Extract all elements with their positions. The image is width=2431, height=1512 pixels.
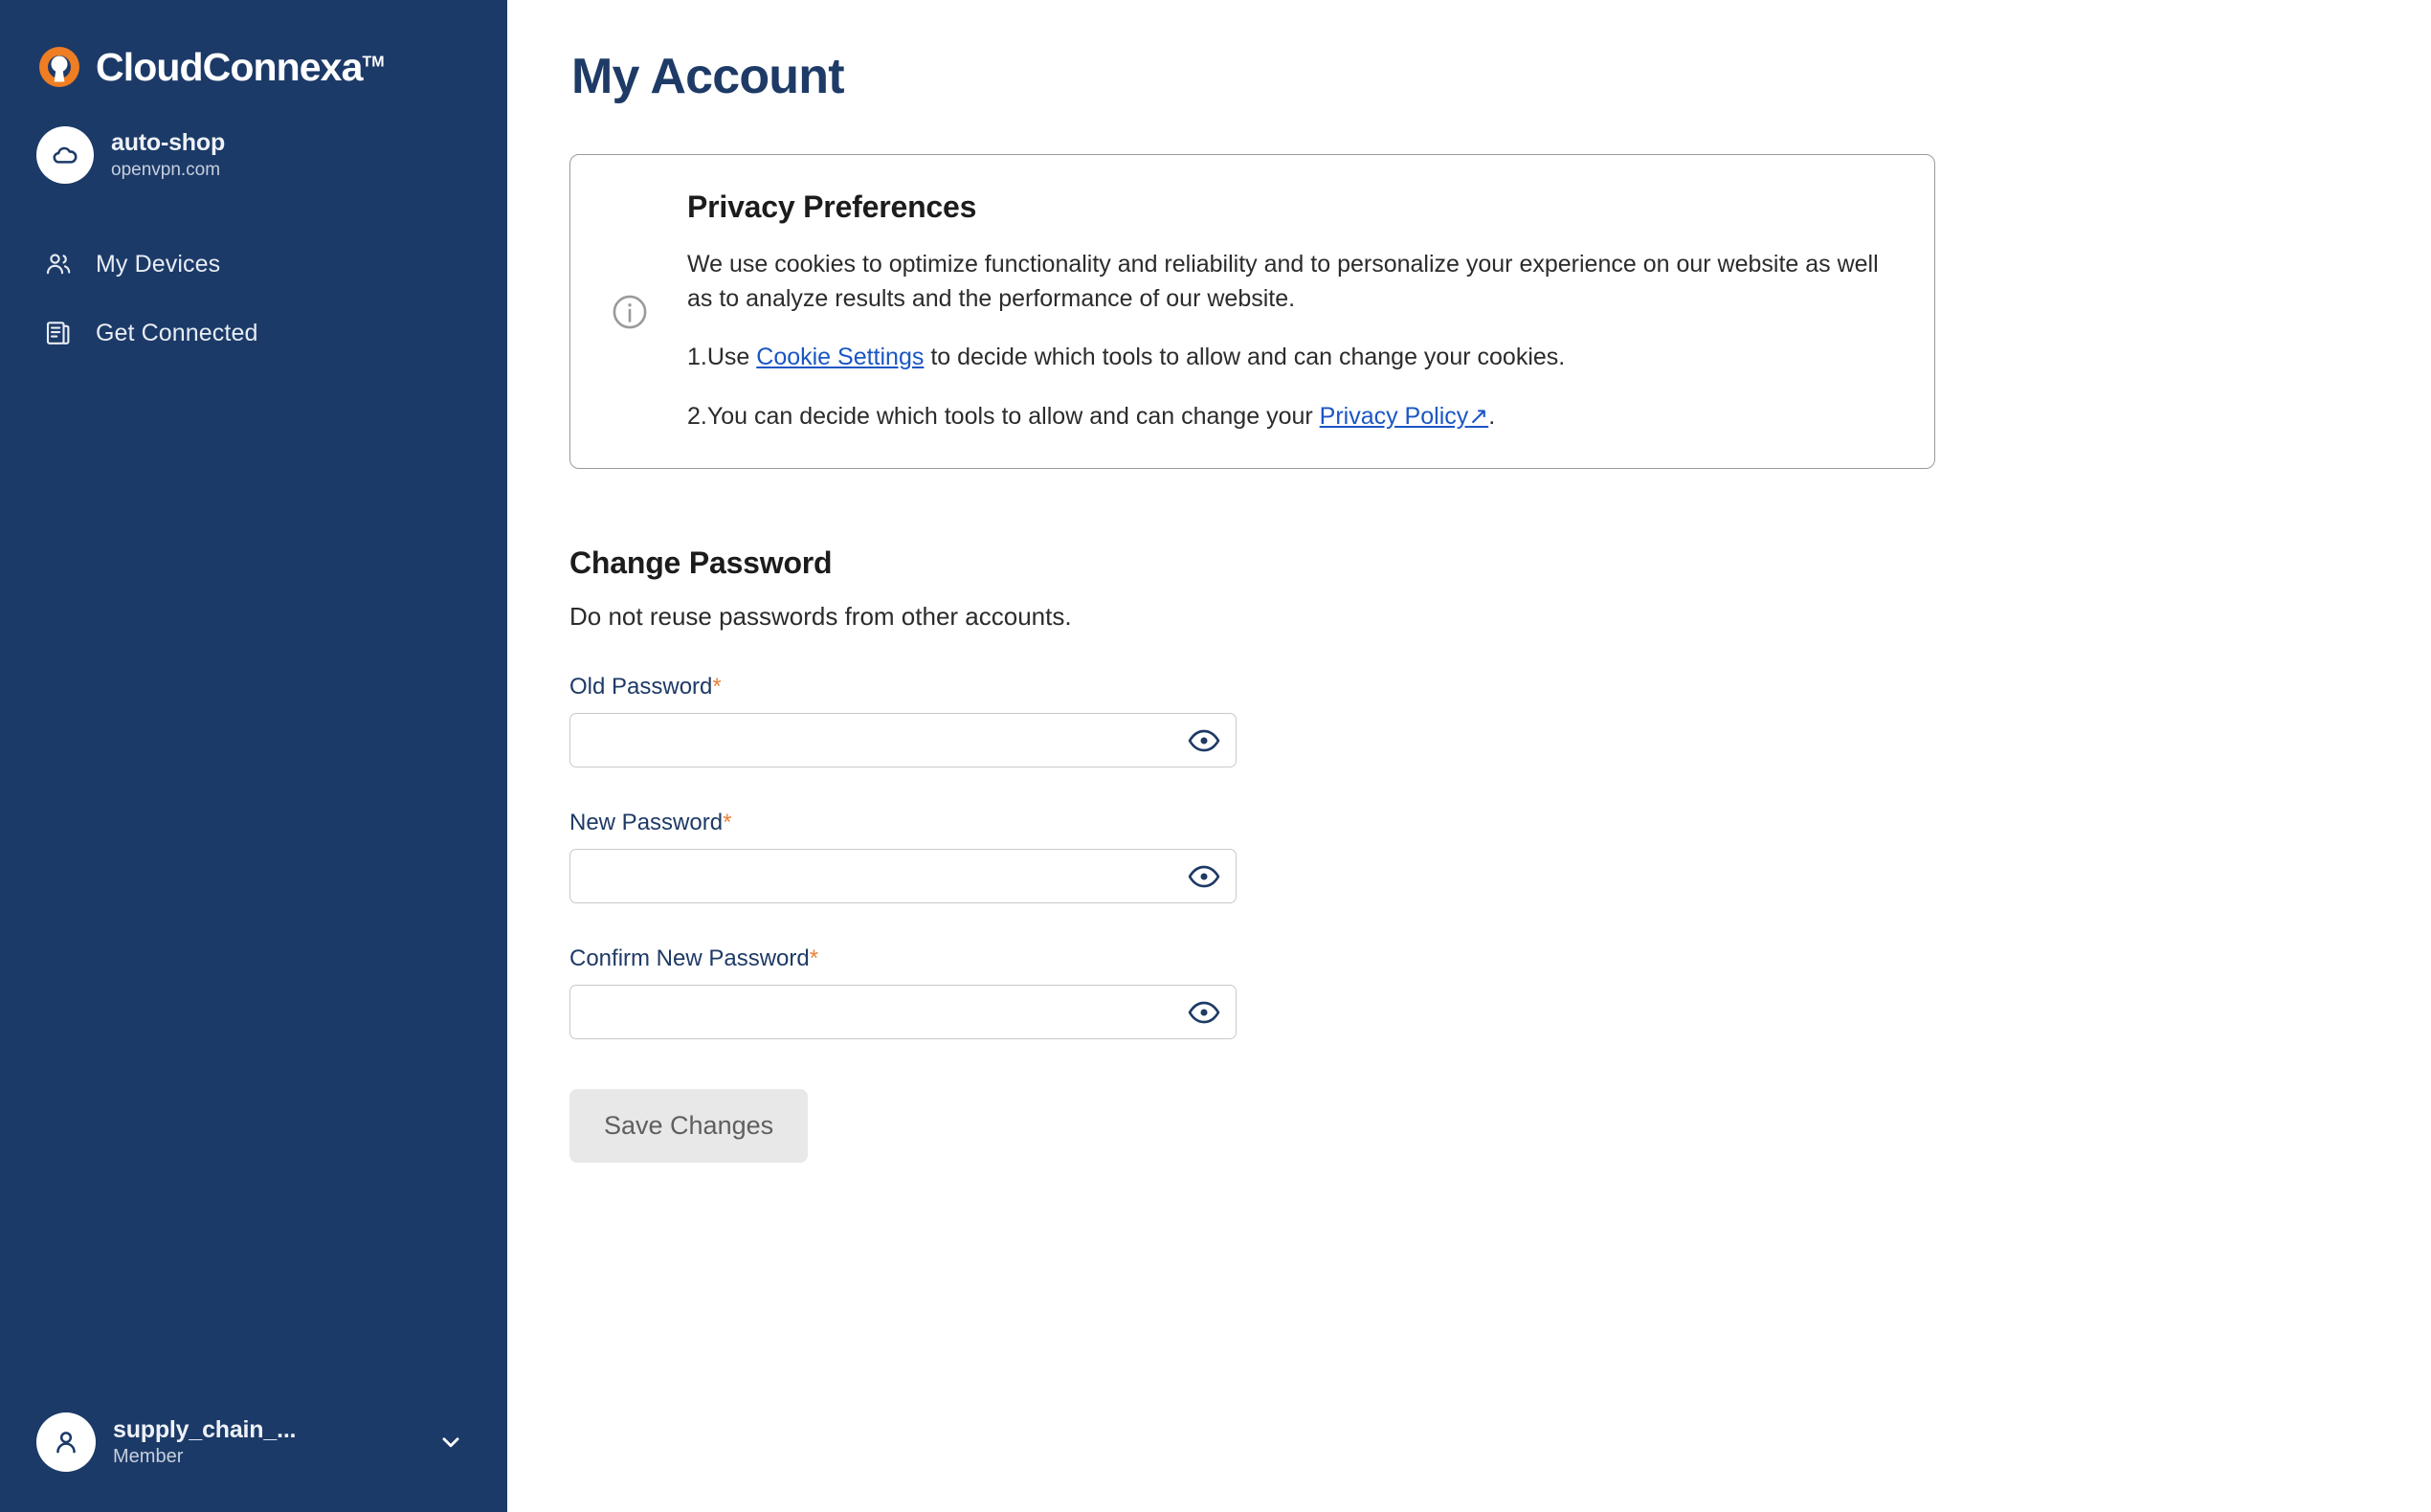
user-role: Member <box>113 1445 184 1467</box>
new-password-input-wrap <box>569 849 1237 904</box>
sidebar-item-label: My Devices <box>96 250 221 278</box>
required-marker: * <box>809 945 819 972</box>
privacy-card-list-item-2: 2.You can decide which tools to allow an… <box>687 400 1886 434</box>
list-text-after: to decide which tools to allow and can c… <box>924 344 1566 371</box>
app-root: CloudConnexaTM auto-shop openvpn.com My … <box>0 0 2431 1512</box>
confirm-new-password-input[interactable] <box>569 985 1237 1040</box>
sidebar-nav: My Devices Get Connected <box>0 230 507 367</box>
sidebar-item-get-connected[interactable]: Get Connected <box>0 299 507 367</box>
change-password-subtitle: Do not reuse passwords from other accoun… <box>569 602 1072 632</box>
list-number: 2. <box>687 402 707 430</box>
openvpn-logo-icon <box>36 44 82 90</box>
list-text-before: Use <box>706 344 757 371</box>
org-name: auto-shop <box>111 129 226 157</box>
chevron-down-icon[interactable] <box>435 1426 467 1458</box>
cookie-settings-link[interactable]: Cookie Settings <box>756 344 924 370</box>
privacy-card-title: Privacy Preferences <box>687 189 977 225</box>
save-changes-button[interactable]: Save Changes <box>569 1089 809 1164</box>
privacy-card-paragraph: We use cookies to optimize functionality… <box>687 251 1879 312</box>
confirm-new-password-label: Confirm New Password* <box>569 945 2431 972</box>
old-password-field: Old Password* <box>569 674 2431 768</box>
brand-logo[interactable]: CloudConnexaTM <box>0 0 507 92</box>
page-title: My Account <box>571 49 845 104</box>
person-icon <box>36 1412 96 1472</box>
org-domain: openvpn.com <box>111 159 221 180</box>
main-content: My Account Privacy Preferences We use co… <box>507 0 2431 1512</box>
new-password-eye-icon[interactable] <box>1185 860 1223 893</box>
sidebar-item-label: Get Connected <box>96 319 258 346</box>
new-password-input[interactable] <box>569 849 1237 904</box>
privacy-card-list-item-1: 1.Use Cookie Settings to decide which to… <box>687 341 1886 375</box>
old-password-input-wrap <box>569 713 1237 768</box>
label-text: Confirm New Password <box>569 945 810 972</box>
org-switcher[interactable]: auto-shop openvpn.com <box>0 92 507 184</box>
required-marker: * <box>723 810 732 836</box>
label-text: Old Password <box>569 674 713 700</box>
old-password-eye-icon[interactable] <box>1185 724 1223 757</box>
required-marker: * <box>712 674 722 700</box>
org-info: auto-shop openvpn.com <box>111 129 225 181</box>
sidebar: CloudConnexaTM auto-shop openvpn.com My … <box>0 0 507 1512</box>
sidebar-item-my-devices[interactable]: My Devices <box>0 230 507 299</box>
confirm-new-password-field: Confirm New Password* <box>569 945 2431 1040</box>
privacy-policy-link[interactable]: Privacy Policy <box>1320 403 1469 430</box>
user-account-menu[interactable]: supply_chain_... Member <box>0 1412 507 1512</box>
external-link-icon[interactable]: ↗ <box>1468 400 1488 434</box>
change-password-section: Change Password Do not reuse passwords f… <box>569 545 2431 1164</box>
info-circle-icon <box>609 291 651 333</box>
user-name: supply_chain_... <box>113 1416 297 1444</box>
user-info: supply_chain_... Member <box>113 1416 417 1468</box>
new-password-label: New Password* <box>569 810 2431 836</box>
confirm-new-password-input-wrap <box>569 985 1237 1040</box>
list-text-after: . <box>1488 402 1496 430</box>
confirm-new-password-eye-icon[interactable] <box>1185 996 1223 1029</box>
document-list-icon <box>42 317 75 349</box>
cloud-icon <box>36 126 94 184</box>
list-text-before: You can decide which tools to allow and … <box>706 402 1320 430</box>
change-password-title: Change Password <box>569 545 833 581</box>
privacy-card-body: Privacy Preferences We use cookies to op… <box>672 189 1886 434</box>
list-number: 1. <box>687 344 707 371</box>
privacy-preferences-card: Privacy Preferences We use cookies to op… <box>569 154 1935 470</box>
new-password-field: New Password* <box>569 810 2431 904</box>
users-icon <box>42 248 75 280</box>
label-text: New Password <box>569 810 724 836</box>
old-password-label: Old Password* <box>569 674 2431 700</box>
old-password-input[interactable] <box>569 713 1237 768</box>
brand-wordmark: CloudConnexaTM <box>96 44 385 89</box>
brand-product-name: CloudConnexa <box>96 44 363 89</box>
brand-trademark: TM <box>362 53 385 70</box>
